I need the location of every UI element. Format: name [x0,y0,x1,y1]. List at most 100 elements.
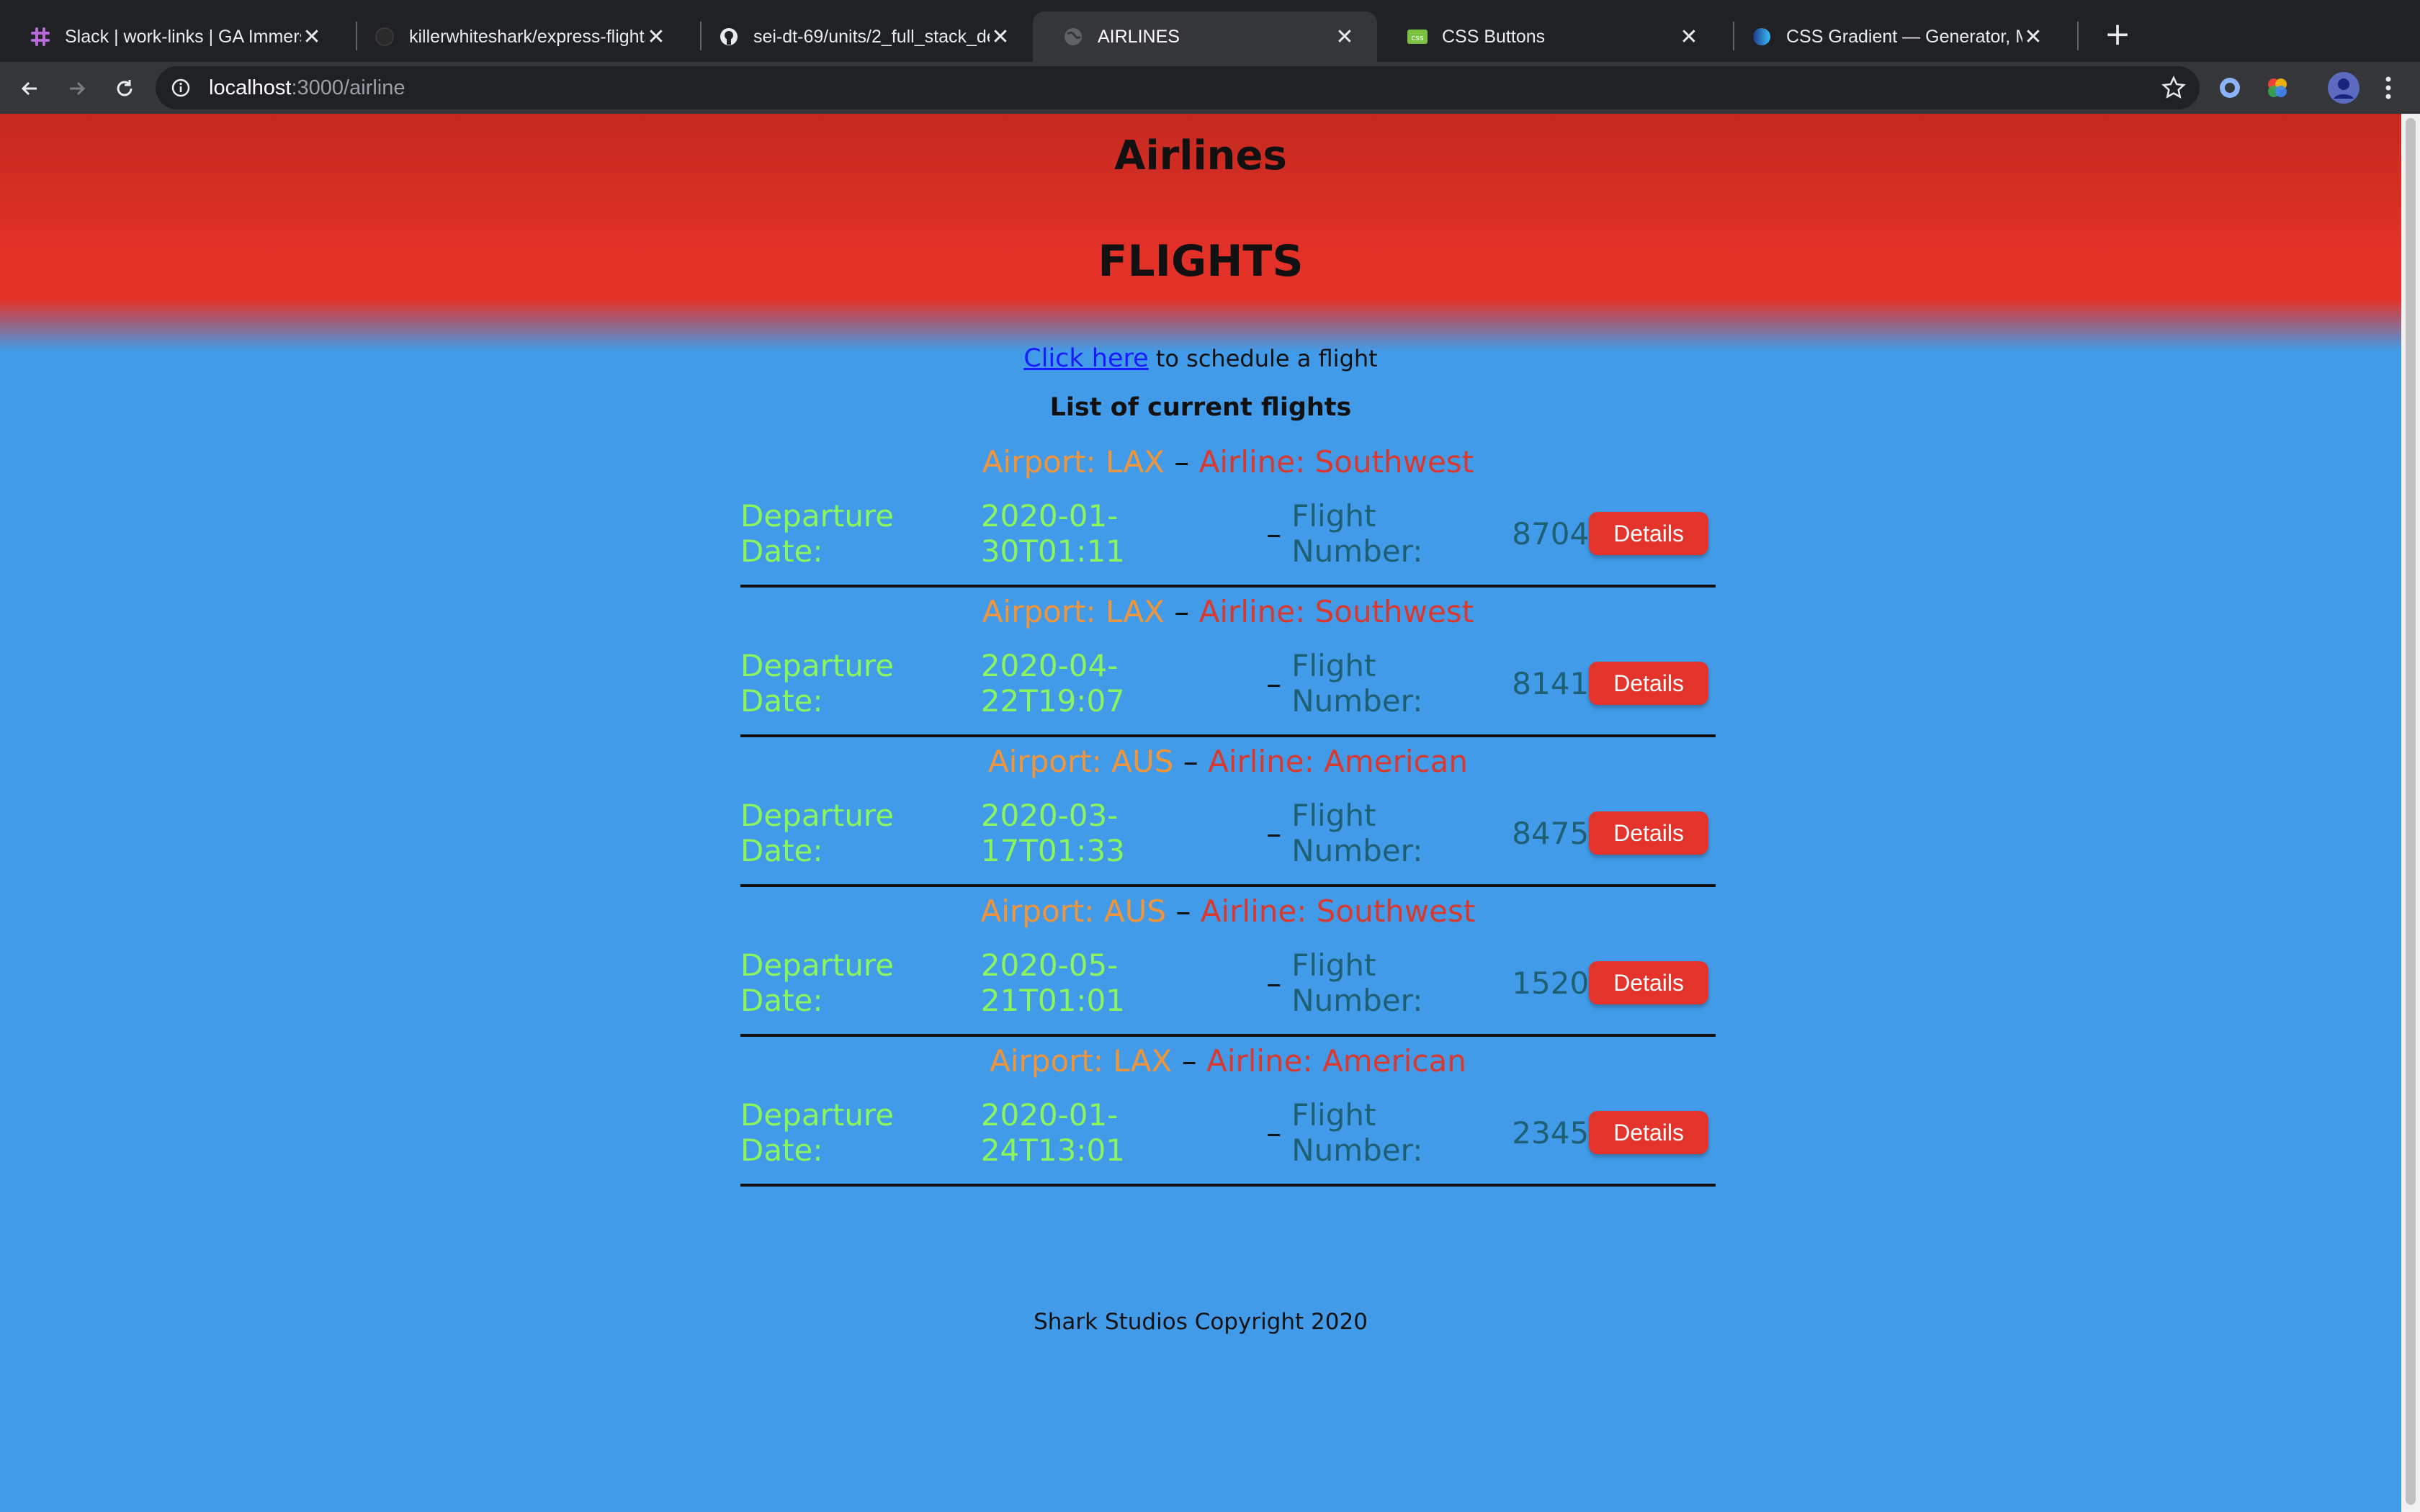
departure-date: 2020-03-17T01:33 [980,798,1125,868]
tab-css-gradient[interactable]: CSS Gradient — Generator, Maker ✕ [1721,12,2066,62]
new-tab-button[interactable]: + [2097,16,2138,56]
scrollbar-thumb[interactable] [2406,118,2416,1505]
gradient-icon [1750,25,1773,48]
close-icon[interactable]: ✕ [301,24,323,50]
tab-slack[interactable]: Slack | work-links | GA Immersive ✕ [0,12,344,62]
flight-number: 8704 [1512,516,1590,552]
close-icon[interactable]: ✕ [2022,24,2044,50]
details-button[interactable]: Details [1589,512,1708,555]
browser-tab-strip: Slack | work-links | GA Immersive ✕ kill… [0,0,2420,62]
forward-button[interactable] [58,69,97,108]
flight-number: 8475 [1512,815,1590,851]
flight-number: 1520 [1512,965,1590,1001]
tab-title: AIRLINES [1098,26,1180,47]
page-subtitle: FLIGHTS [1098,236,1304,287]
departure-label: Departure Date: [740,948,895,1018]
flights-list-heading: List of current flights [1049,393,1352,422]
github-icon [373,25,396,48]
tab-title: killerwhiteshark/express-flights [409,26,645,47]
arrow-left-icon [21,81,37,96]
separator: – [1266,516,1282,552]
airline-label: Airline: [1198,444,1315,480]
close-icon[interactable]: ✕ [1678,24,1700,50]
details-button[interactable]: Details [1589,1111,1708,1154]
tab-github-sei[interactable]: sei-dt-69/units/2_full_stack_dev ✕ [689,12,1033,62]
airport-code: AUS [1103,894,1167,929]
separator: – [1183,744,1198,779]
airport-code: LAX [1113,1043,1173,1079]
tab-css-buttons[interactable]: css CSS Buttons ✕ [1377,12,1721,62]
close-icon[interactable]: ✕ [645,24,667,50]
departure-label: Departure Date: [740,798,895,868]
airline-name: Southwest [1316,894,1476,929]
separator: – [1266,965,1282,1001]
flight-number-label: Flight Number: [1291,948,1423,1018]
flight-number-label: Flight Number: [1291,798,1423,868]
arrow-right-icon [70,81,86,96]
tab-title: sei-dt-69/units/2_full_stack_dev [753,26,990,47]
tab-github-express-flights[interactable]: killerwhiteshark/express-flights ✕ [344,12,689,62]
tab-divider [2077,22,2079,50]
schedule-flight-link[interactable]: Click here [1023,344,1148,373]
svg-text:css: css [1411,33,1424,42]
departure-date: 2020-05-21T01:01 [980,948,1125,1018]
flight-number-label: Flight Number: [1291,648,1423,719]
airline-label: Airline: [1208,744,1325,779]
url-host: localhost [209,76,292,99]
departure-date: 2020-01-24T13:01 [980,1097,1125,1168]
tab-airlines[interactable]: AIRLINES ✕ [1033,12,1377,62]
tab-title: CSS Buttons [1442,26,1546,47]
back-button[interactable] [10,69,49,108]
separator: – [1266,1115,1282,1151]
flight-item: Airport: LAX – Airline: Southwest Depart… [740,588,1716,737]
page-scrollbar[interactable] [2401,114,2420,1512]
avatar[interactable] [2326,71,2361,105]
flight-number: 2345 [1512,1115,1590,1151]
separator: – [1266,815,1282,851]
close-icon[interactable]: ✕ [990,24,1011,50]
details-button[interactable]: Details [1589,961,1708,1004]
github-icon [717,25,740,48]
separator: – [1266,665,1282,701]
departure-label: Departure Date: [740,1097,895,1168]
details-button[interactable]: Details [1589,662,1708,705]
airline-name: American [1324,744,1468,779]
departure-date: 2020-01-30T01:11 [980,498,1125,569]
page-title: Airlines [1114,132,1287,179]
close-icon[interactable]: ✕ [1334,24,1355,50]
airport-code: LAX [1106,444,1165,480]
flight-number-label: Flight Number: [1291,498,1423,569]
flight-item: Airport: AUS – Airline: American Departu… [740,737,1716,887]
color-picker-extension-icon[interactable] [2263,73,2292,102]
reload-button[interactable] [105,69,144,108]
page-footer: Shark Studios Copyright 2020 [1034,1309,1368,1335]
airport-code: AUS [1111,744,1174,779]
flight-item: Airport: LAX – Airline: Southwest Depart… [740,438,1716,588]
details-button[interactable]: Details [1589,811,1708,855]
extension-icon[interactable] [2215,73,2244,102]
separator: – [1175,894,1191,929]
address-bar[interactable]: localhost:3000/airline [156,66,2200,109]
airport-code: LAX [1106,594,1165,629]
flights-list: Airport: LAX – Airline: Southwest Depart… [740,438,1716,1187]
airport-label: Airport: [990,1043,1113,1079]
page-content: Airlines FLIGHTS Click here to schedule … [0,114,2401,1512]
browser-toolbar: localhost:3000/airline [0,62,2420,114]
airport-label: Airport: [982,594,1106,629]
flight-number-label: Flight Number: [1291,1097,1423,1168]
slack-icon [29,25,52,48]
separator: – [1181,1043,1197,1079]
more-menu-icon[interactable] [2374,73,2403,102]
airline-name: American [1322,1043,1466,1079]
departure-label: Departure Date: [740,498,895,569]
airline-name: Southwest [1314,444,1474,480]
airport-label: Airport: [982,444,1106,480]
page-header: Airlines FLIGHTS [0,114,2401,351]
airline-label: Airline: [1206,1043,1322,1079]
airport-label: Airport: [980,894,1104,929]
departure-date: 2020-04-22T19:07 [980,648,1125,719]
bookmark-star-icon[interactable] [2159,73,2188,102]
info-icon[interactable] [169,76,193,100]
url-path: :3000/airline [291,76,405,99]
tab-title: Slack | work-links | GA Immersive [65,26,301,47]
